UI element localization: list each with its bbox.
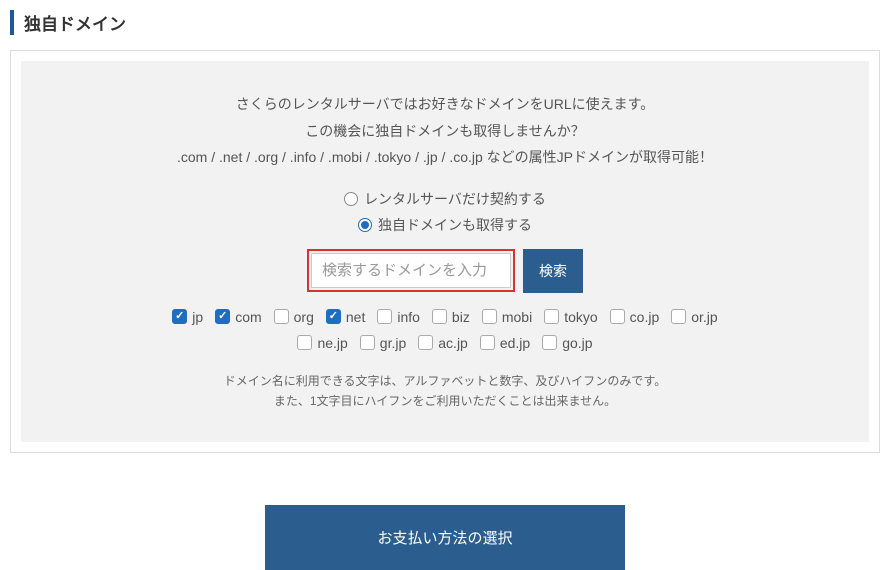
tld-org[interactable]: org xyxy=(274,309,314,325)
usage-note: ドメイン名に利用できる文字は、アルファベットと数字、及びハイフンのみです。 また… xyxy=(41,371,849,412)
tld-nejp[interactable]: ne.jp xyxy=(297,335,347,351)
panel-inner: さくらのレンタルサーバではお好きなドメインをURLに使えます。 この機会に独自ド… xyxy=(21,61,869,442)
checkbox-icon xyxy=(482,309,497,324)
radio-group: レンタルサーバだけ契約する 独自ドメインも取得する xyxy=(41,189,849,235)
checkbox-icon xyxy=(480,335,495,350)
tld-list: jp com org net info biz mobi tokyo co.jp… xyxy=(41,309,849,325)
tld-label: ne.jp xyxy=(317,335,347,351)
tld-acjp[interactable]: ac.jp xyxy=(418,335,468,351)
radio-with-domain[interactable]: 独自ドメインも取得する xyxy=(41,215,849,235)
tld-label: ac.jp xyxy=(438,335,468,351)
checkbox-icon xyxy=(544,309,559,324)
submit-wrap: お支払い方法の選択 xyxy=(0,505,890,570)
tld-label: co.jp xyxy=(630,309,660,325)
radio-label: レンタルサーバだけ契約する xyxy=(364,189,546,209)
tld-tokyo[interactable]: tokyo xyxy=(544,309,597,325)
radio-icon xyxy=(344,192,358,206)
radio-rental-only[interactable]: レンタルサーバだけ契約する xyxy=(41,189,849,209)
tld-label: mobi xyxy=(502,309,532,325)
tld-mobi[interactable]: mobi xyxy=(482,309,532,325)
checkbox-icon xyxy=(274,309,289,324)
domain-search-input[interactable] xyxy=(311,253,511,288)
tld-net[interactable]: net xyxy=(326,309,365,325)
tld-label: go.jp xyxy=(562,335,592,351)
checkbox-icon xyxy=(172,309,187,324)
checkbox-icon xyxy=(297,335,312,350)
tld-label: biz xyxy=(452,309,470,325)
tld-edjp[interactable]: ed.jp xyxy=(480,335,530,351)
tld-label: jp xyxy=(192,309,203,325)
tld-label: tokyo xyxy=(564,309,597,325)
desc-line-3: .com / .net / .org / .info / .mobi / .to… xyxy=(41,144,849,171)
tld-label: com xyxy=(235,309,261,325)
desc-line-2: この機会に独自ドメインも取得しませんか？ xyxy=(41,118,849,145)
checkbox-icon xyxy=(542,335,557,350)
search-button[interactable]: 検索 xyxy=(523,249,583,293)
proceed-payment-button[interactable]: お支払い方法の選択 xyxy=(265,505,625,570)
tld-label: info xyxy=(397,309,420,325)
note-line-2: また、1文字目にハイフンをご利用いただくことは出来ません。 xyxy=(41,391,849,411)
checkbox-icon xyxy=(377,309,392,324)
tld-com[interactable]: com xyxy=(215,309,261,325)
desc-line-1: さくらのレンタルサーバではお好きなドメインをURLに使えます。 xyxy=(41,91,849,118)
tld-grjp[interactable]: gr.jp xyxy=(360,335,406,351)
tld-gojp[interactable]: go.jp xyxy=(542,335,592,351)
domain-search-row: 検索 xyxy=(41,249,849,293)
tld-label: gr.jp xyxy=(380,335,406,351)
tld-label: or.jp xyxy=(691,309,717,325)
tld-label: org xyxy=(294,309,314,325)
checkbox-icon xyxy=(432,309,447,324)
search-highlight xyxy=(307,249,515,292)
tld-list-2: ne.jp gr.jp ac.jp ed.jp go.jp xyxy=(41,335,849,351)
note-line-1: ドメイン名に利用できる文字は、アルファベットと数字、及びハイフンのみです。 xyxy=(41,371,849,391)
tld-cojp[interactable]: co.jp xyxy=(610,309,660,325)
tld-info[interactable]: info xyxy=(377,309,420,325)
tld-label: net xyxy=(346,309,365,325)
tld-label: ed.jp xyxy=(500,335,530,351)
checkbox-icon xyxy=(326,309,341,324)
checkbox-icon xyxy=(671,309,686,324)
panel-outer: さくらのレンタルサーバではお好きなドメインをURLに使えます。 この機会に独自ド… xyxy=(10,50,880,453)
tld-jp[interactable]: jp xyxy=(172,309,203,325)
tld-biz[interactable]: biz xyxy=(432,309,470,325)
checkbox-icon xyxy=(610,309,625,324)
checkbox-icon xyxy=(360,335,375,350)
checkbox-icon xyxy=(215,309,230,324)
checkbox-icon xyxy=(418,335,433,350)
radio-icon xyxy=(358,218,372,232)
section-title: 独自ドメイン xyxy=(10,10,880,35)
radio-label: 独自ドメインも取得する xyxy=(378,215,532,235)
tld-orjp[interactable]: or.jp xyxy=(671,309,717,325)
